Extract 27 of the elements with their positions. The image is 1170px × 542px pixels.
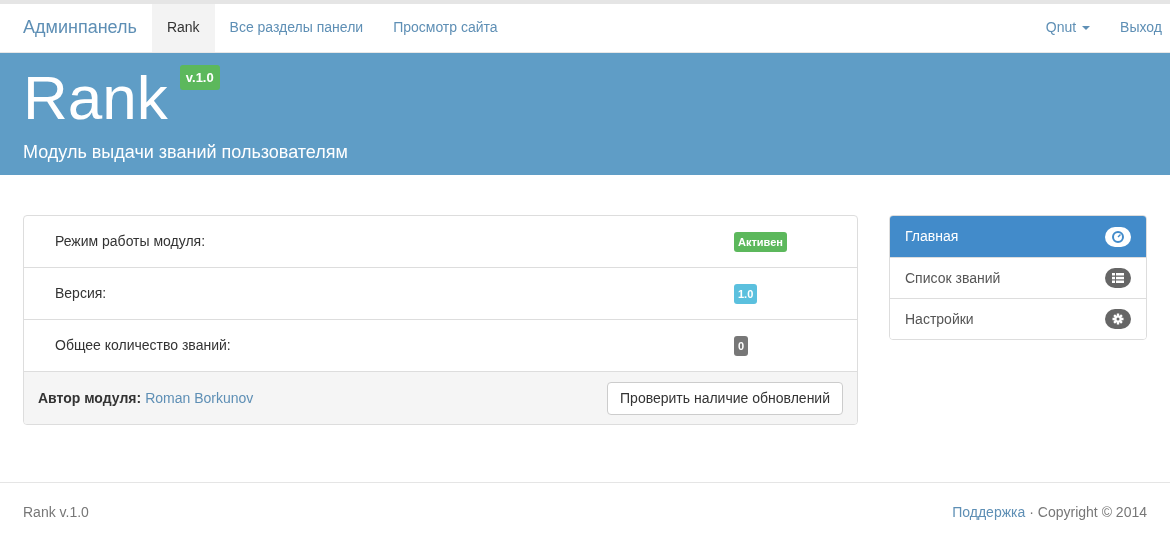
status-badge: 0	[734, 335, 749, 357]
status-badge: 1.0	[734, 283, 758, 305]
settings-icon	[1105, 309, 1131, 330]
brand-link[interactable]: Админпанель	[8, 4, 152, 52]
support-link[interactable]: Поддержка	[952, 502, 1026, 524]
sidebar-item[interactable]: Настройки	[890, 298, 1146, 340]
gauge-icon	[1105, 226, 1131, 247]
footer-text: Rank v.1.0	[23, 503, 89, 523]
status-badge: Активен	[734, 231, 787, 253]
info-label: Режим работы модуля:	[54, 232, 207, 252]
version-badge: v.1.0	[179, 64, 220, 91]
page-title: Rank	[23, 62, 168, 133]
author-text: Автор модуля:	[38, 388, 142, 408]
page-subtitle: Модуль выдачи званий пользователям	[23, 140, 349, 164]
nav-link[interactable]: Rank	[151, 4, 215, 52]
check-updates-button[interactable]: Проверить наличие обновлений	[607, 381, 843, 415]
sidebar-item[interactable]: Главная	[890, 216, 1146, 258]
author-link[interactable]: Roman Borkunov	[145, 389, 254, 406]
user-menu[interactable]: Qnut	[1030, 4, 1106, 52]
copyright-text: · Copyright © 2014	[1029, 503, 1147, 523]
nav-link[interactable]: Все разделы панели	[214, 4, 379, 52]
logout-link[interactable]: Выход	[1105, 4, 1162, 52]
info-label: Общее количество званий:	[54, 336, 232, 356]
list-icon	[1105, 268, 1131, 289]
caret-icon	[1082, 25, 1091, 30]
info-label: Версия:	[54, 284, 108, 304]
nav-link[interactable]: Просмотр сайта	[378, 4, 513, 52]
